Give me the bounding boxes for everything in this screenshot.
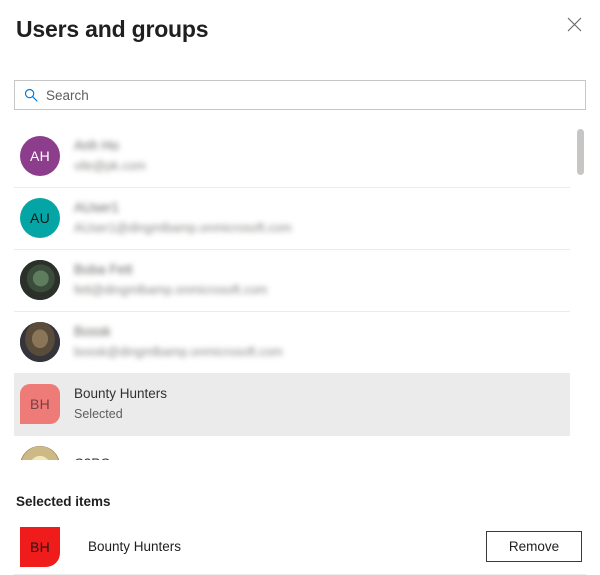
avatar: AH [20, 136, 60, 176]
list-item-name: C3PO [74, 456, 562, 461]
list-item-text: AUser1 AUser1@dingmlbamp.onmicrosoft.com [74, 200, 562, 236]
list-item-name: Boba Fett [74, 262, 133, 277]
list-item[interactable]: AU AUser1 AUser1@dingmlbamp.onmicrosoft.… [14, 187, 570, 249]
list-item-text: Bossk bossk@dingmlbamp.onmicrosoft.com [74, 324, 562, 360]
list-item-subtitle: AUser1@dingmlbamp.onmicrosoft.com [74, 221, 292, 235]
list-item-subtitle: bossk@dingmlbamp.onmicrosoft.com [74, 345, 283, 359]
list-item-subtitle: Selected [74, 407, 123, 421]
people-picker-list: AH Anh Ho vile@pk.com AU AUser1 AUser1@d… [14, 125, 586, 460]
close-icon [567, 17, 582, 32]
list-item-subtitle: fett@dingmlbamp.onmicrosoft.com [74, 283, 268, 297]
search-section [0, 62, 600, 110]
list-item[interactable]: Bossk bossk@dingmlbamp.onmicrosoft.com [14, 311, 570, 373]
list-item-text: C3PO [74, 456, 562, 461]
dialog-header: Users and groups [0, 0, 600, 62]
list-item[interactable]: Boba Fett fett@dingmlbamp.onmicrosoft.co… [14, 249, 570, 311]
list-item[interactable]: C3PO [14, 435, 570, 460]
list-item[interactable]: AH Anh Ho vile@pk.com [14, 125, 570, 187]
list-scrollbar[interactable] [576, 125, 586, 460]
list-item-name: Bounty Hunters [74, 386, 168, 401]
list-item-selected[interactable]: BH Bounty Hunters Selected [14, 373, 570, 435]
users-and-groups-dialog: Users and groups AH [0, 0, 600, 575]
selected-items-heading: Selected items [16, 494, 111, 509]
avatar: BH [20, 384, 60, 424]
search-box[interactable] [14, 80, 586, 110]
close-button[interactable] [558, 8, 590, 40]
avatar-photo [20, 446, 60, 460]
scrollbar-thumb[interactable] [577, 129, 584, 175]
avatar [20, 260, 60, 300]
list-item-text: Boba Fett fett@dingmlbamp.onmicrosoft.co… [74, 262, 562, 298]
list-item-name: AUser1 [74, 200, 120, 215]
selected-item-row: BH Bounty Hunters Remove [14, 519, 586, 575]
avatar-photo [20, 322, 60, 362]
search-icon [23, 87, 39, 103]
list-item-text: Bounty Hunters Selected [74, 386, 562, 422]
avatar-photo [20, 260, 60, 300]
list-scroller[interactable]: AH Anh Ho vile@pk.com AU AUser1 AUser1@d… [14, 125, 586, 460]
avatar [20, 322, 60, 362]
page-title: Users and groups [16, 16, 209, 42]
list-item-name: Anh Ho [74, 138, 120, 153]
avatar [20, 446, 60, 460]
list-item-name: Bossk [74, 324, 111, 339]
selected-items-section: Selected items BH Bounty Hunters Remove [0, 480, 600, 575]
selected-item-name: Bounty Hunters [88, 539, 182, 554]
search-input[interactable] [46, 81, 577, 109]
remove-button[interactable]: Remove [486, 531, 582, 562]
avatar: AU [20, 198, 60, 238]
avatar: BH [20, 526, 60, 567]
list-item-subtitle: vile@pk.com [74, 159, 146, 173]
list-item-text: Anh Ho vile@pk.com [74, 138, 562, 174]
